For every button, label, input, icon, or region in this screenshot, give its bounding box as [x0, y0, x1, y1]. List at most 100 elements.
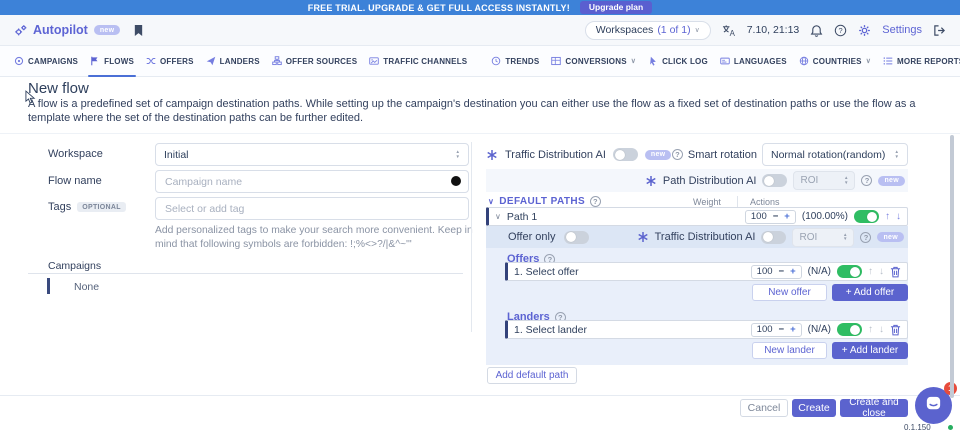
create-and-close-button[interactable]: Create and close: [840, 399, 908, 417]
question-icon[interactable]: ?: [861, 175, 872, 186]
tab-offers[interactable]: OFFERS: [146, 46, 194, 77]
upgrade-plan-button[interactable]: Upgrade plan: [580, 1, 652, 14]
lander-weight-control: 100 − +: [751, 323, 802, 337]
increase-weight-button[interactable]: +: [784, 211, 790, 222]
path-row[interactable]: ∨ Path 1 100 − + (100.00%) ↑ ↓: [486, 207, 908, 226]
chevron-down-icon: ∨: [695, 26, 700, 34]
add-offer-button[interactable]: + Add offer: [832, 284, 908, 301]
datetime: 7.10, 21:13: [747, 24, 800, 36]
ai-sparkle-icon: [637, 231, 649, 243]
help-icon[interactable]: ?: [834, 24, 847, 37]
offer-only-toggle[interactable]: [564, 231, 589, 244]
question-icon[interactable]: ?: [590, 196, 601, 207]
column-divider: [471, 142, 472, 332]
tags-input[interactable]: [155, 197, 469, 220]
table-icon: [551, 56, 561, 66]
tab-countries[interactable]: COUNTRIES ∨: [799, 46, 871, 77]
tab-more-reports[interactable]: MORE REPORTS ∨: [883, 46, 960, 77]
move-up-icon[interactable]: ↑: [868, 267, 873, 277]
offer-only-row: Offer only Traffic Distribution AI ROI ?…: [486, 226, 908, 248]
tab-trends[interactable]: TRENDS: [491, 46, 539, 77]
tab-landers[interactable]: LANDERS: [206, 46, 260, 77]
lander-weight-value[interactable]: 100: [757, 324, 773, 335]
trial-banner-text: FREE TRIAL. UPGRADE & GET FULL ACCESS IN…: [308, 3, 570, 13]
lander-row[interactable]: 1. Select lander 100 − + (N/A) ↑ ↓: [505, 320, 908, 339]
tags-help-text: Add personalized tags to make your searc…: [155, 224, 481, 251]
path-ai-toggle[interactable]: [762, 174, 787, 187]
decrease-weight-button[interactable]: −: [773, 211, 779, 222]
move-up-icon[interactable]: ↑: [885, 212, 890, 222]
bookmark-icon[interactable]: [133, 24, 144, 37]
cancel-button[interactable]: Cancel: [740, 399, 788, 417]
tags-label: Tags OPTIONAL: [48, 201, 126, 213]
workspace-select[interactable]: Initial: [155, 143, 469, 166]
offer-row[interactable]: 1. Select offer 100 − + (N/A) ↑ ↓: [505, 262, 908, 281]
bell-icon[interactable]: [810, 24, 823, 37]
tags-label-text: Tags: [48, 201, 71, 213]
path-ai-label: Path Distribution AI: [663, 175, 757, 187]
path-traffic-ai-toggle[interactable]: [761, 231, 786, 244]
traffic-distribution-ai-row: Traffic Distribution AI new: [486, 143, 671, 166]
vertical-scrollbar[interactable]: [950, 135, 954, 398]
lander-row-label[interactable]: 1. Select lander: [514, 324, 587, 336]
gear-icon[interactable]: [858, 24, 871, 37]
new-offer-button[interactable]: New offer: [752, 284, 827, 301]
ai-sparkle-icon: [486, 149, 498, 161]
actions-column-header: Actions: [750, 197, 780, 207]
path-weight-percent: (100.00%): [802, 211, 848, 222]
decrease-weight-button[interactable]: −: [779, 266, 785, 277]
smart-rotation-value: Normal rotation(random): [771, 149, 885, 161]
default-paths-header[interactable]: ∨ DEFAULT PATHS ?: [488, 196, 601, 207]
workspaces-selector[interactable]: Workspaces (1 of 1) ∨: [585, 21, 711, 40]
increase-weight-button[interactable]: +: [790, 266, 796, 277]
path-ai-metric-select[interactable]: ROI: [793, 171, 855, 190]
optional-badge: OPTIONAL: [77, 202, 126, 212]
tab-traffic-channels[interactable]: TRAFFIC CHANNELS: [369, 46, 467, 77]
smart-rotation-select[interactable]: Normal rotation(random): [762, 143, 908, 166]
move-down-icon[interactable]: ↓: [879, 267, 884, 277]
default-paths-label: DEFAULT PATHS: [499, 196, 585, 207]
list-icon: [883, 56, 893, 66]
increase-weight-button[interactable]: +: [790, 324, 796, 335]
tab-conversions[interactable]: CONVERSIONS ∨: [551, 46, 636, 77]
app-title[interactable]: Autopilot: [33, 23, 88, 37]
decrease-weight-button[interactable]: −: [779, 324, 785, 335]
tab-languages[interactable]: LANGUAGES: [720, 46, 787, 77]
translate-icon[interactable]: A: [722, 24, 736, 37]
move-down-icon[interactable]: ↓: [879, 325, 884, 335]
tab-campaigns[interactable]: CAMPAIGNS: [14, 46, 78, 77]
mouse-cursor-icon: [25, 90, 36, 110]
path-weight-value[interactable]: 100: [751, 211, 767, 222]
add-default-path-button[interactable]: Add default path: [487, 367, 577, 384]
offer-row-label[interactable]: 1. Select offer: [514, 266, 579, 278]
path-enabled-toggle[interactable]: [854, 210, 879, 223]
trash-icon[interactable]: [890, 266, 901, 278]
picture-icon: [369, 56, 379, 66]
question-icon[interactable]: ?: [672, 149, 683, 160]
path-weight-control: 100 − +: [745, 210, 796, 224]
lander-enabled-toggle[interactable]: [837, 323, 862, 336]
add-lander-button[interactable]: + Add lander: [832, 342, 908, 359]
select-stepper-icon: [844, 176, 848, 185]
tab-offer-sources[interactable]: OFFER SOURCES: [272, 46, 358, 77]
globe-icon: [799, 56, 809, 66]
path-traffic-ai-metric-select[interactable]: ROI: [792, 228, 854, 247]
flow-color-picker[interactable]: [451, 176, 461, 186]
offer-weight-value[interactable]: 100: [757, 266, 773, 277]
create-button[interactable]: Create: [792, 399, 836, 417]
logout-icon[interactable]: [933, 24, 946, 37]
tab-flows[interactable]: FLOWS: [90, 46, 134, 77]
tab-click-log[interactable]: CLICK LOG: [648, 46, 708, 77]
tab-label: COUNTRIES: [813, 57, 862, 66]
offer-enabled-toggle[interactable]: [837, 265, 862, 278]
move-up-icon[interactable]: ↑: [868, 325, 873, 335]
new-lander-button[interactable]: New lander: [752, 342, 827, 359]
traffic-ai-toggle[interactable]: [613, 148, 638, 161]
tab-label: CONVERSIONS: [565, 57, 626, 66]
trash-icon[interactable]: [890, 324, 901, 336]
flow-name-input[interactable]: [155, 170, 469, 193]
move-down-icon[interactable]: ↓: [896, 212, 901, 222]
settings-link[interactable]: Settings: [882, 24, 922, 36]
question-icon[interactable]: ?: [860, 232, 871, 243]
new-badge: new: [645, 150, 672, 160]
